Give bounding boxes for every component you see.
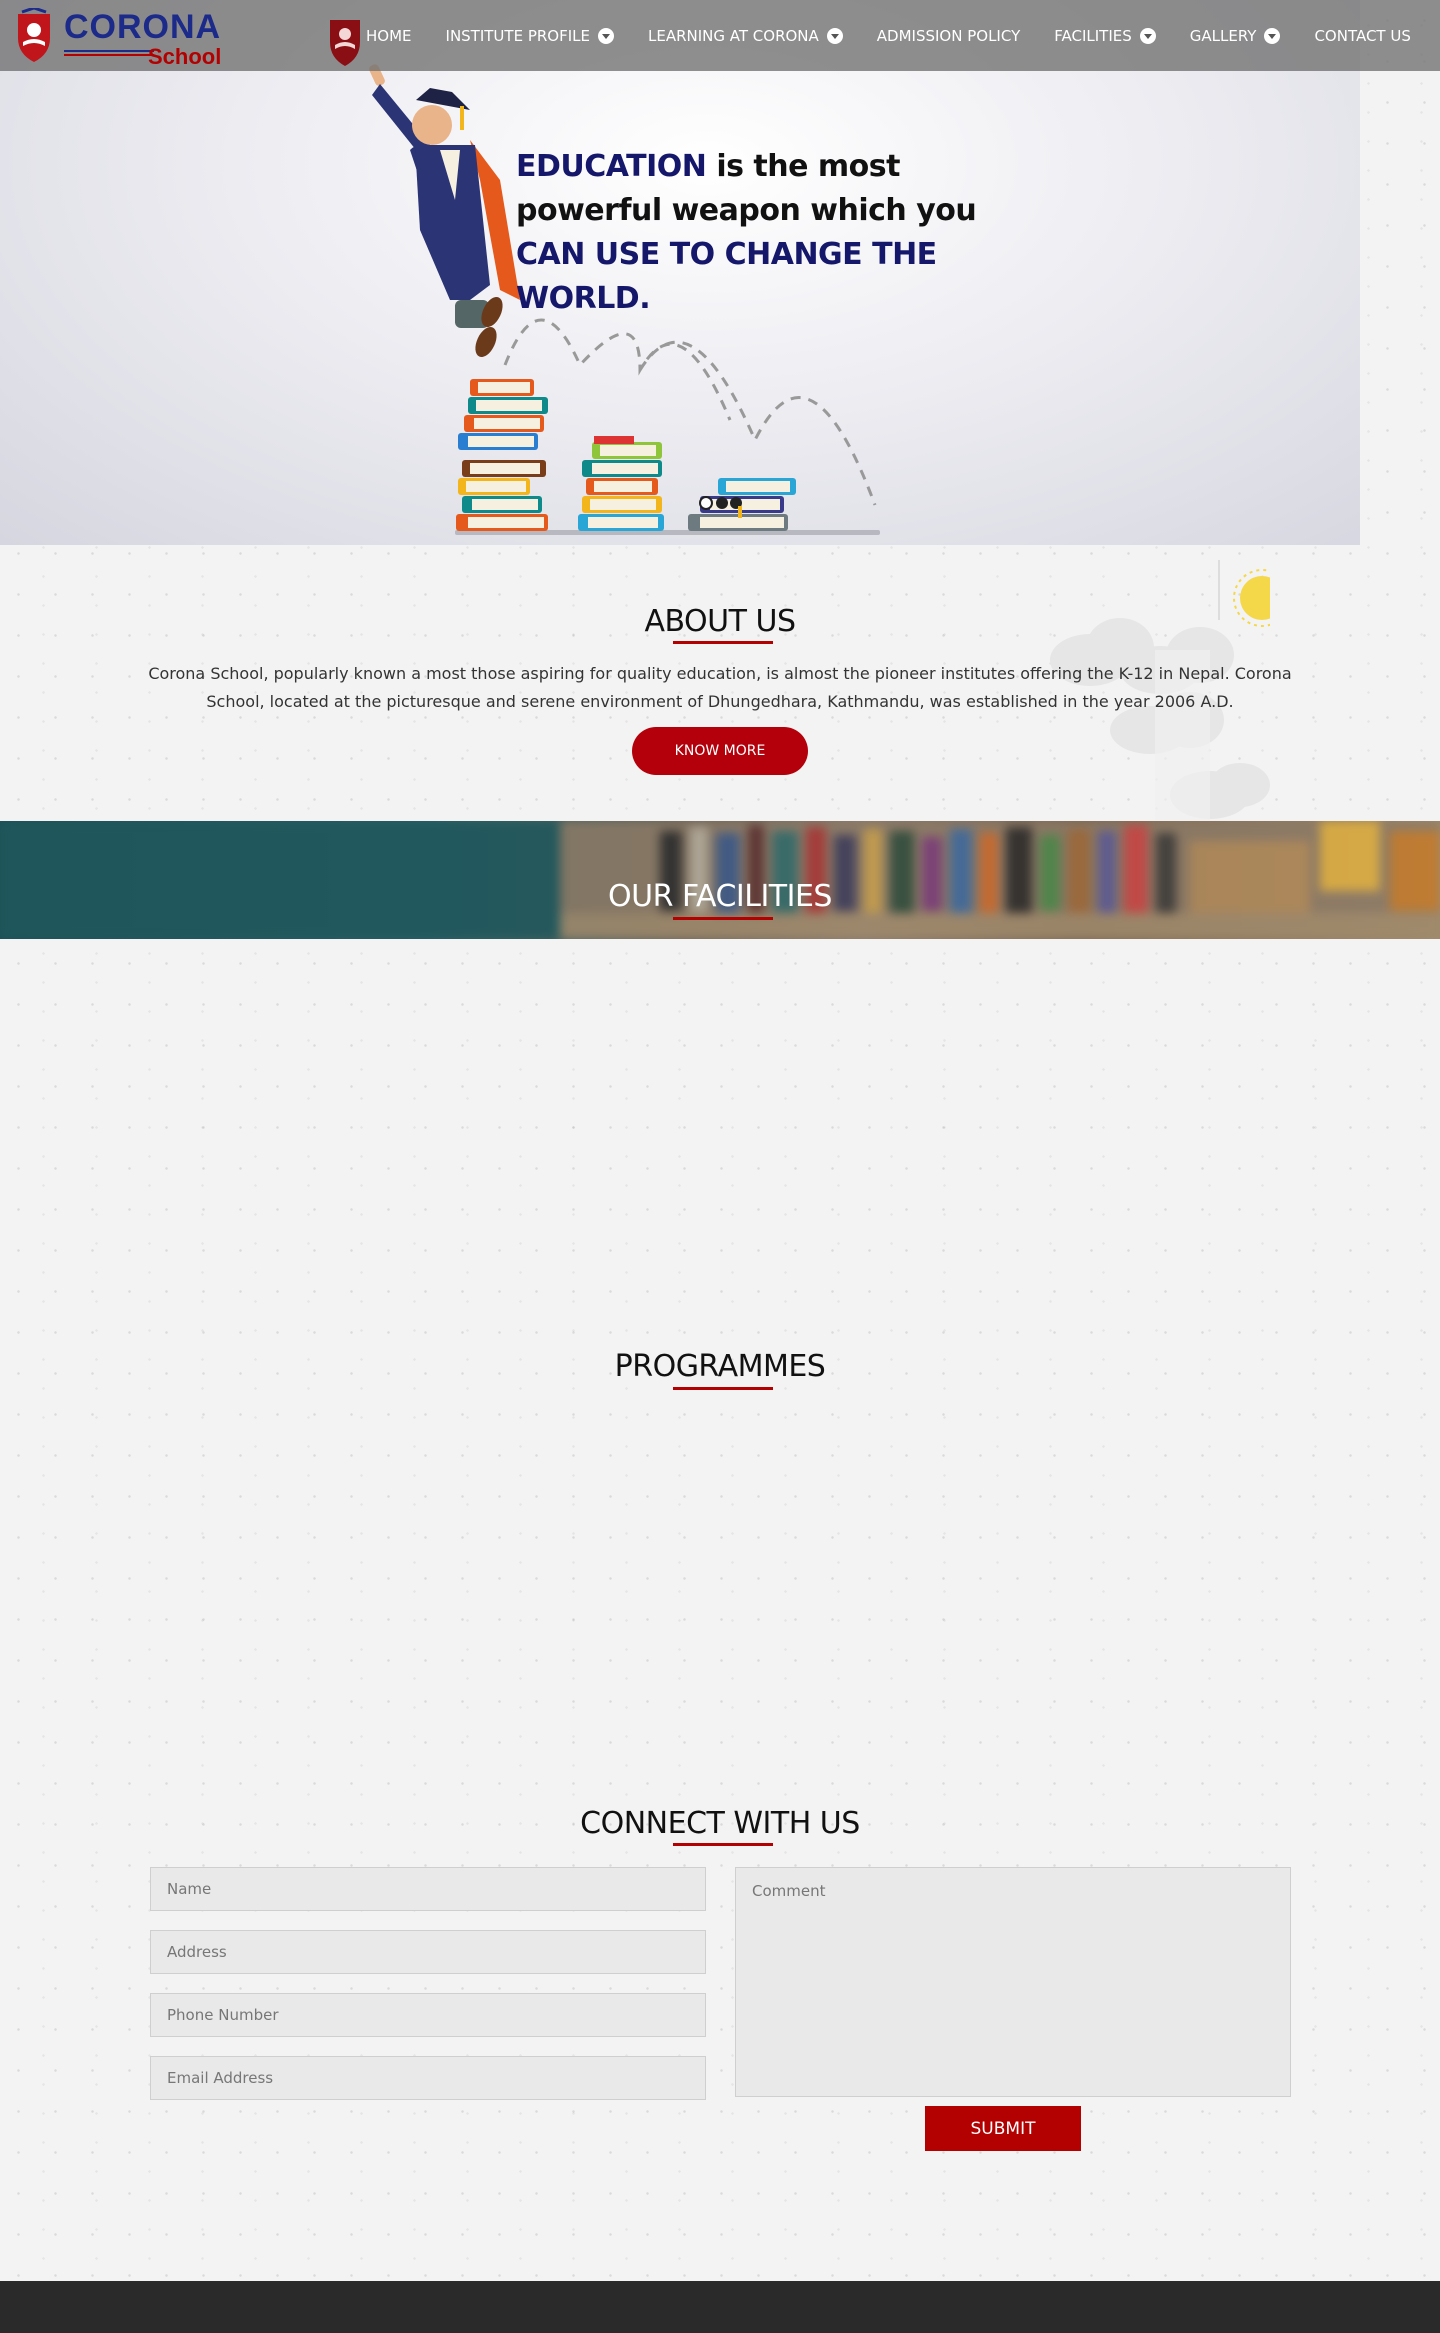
- nav-admission-label: ADMISSION POLICY: [876, 26, 1021, 45]
- nav-home-label: HOME: [366, 26, 412, 45]
- nav-home[interactable]: HOME: [366, 27, 429, 45]
- nav-learning-at-corona[interactable]: LEARNING AT CORONA: [631, 27, 860, 45]
- nav-contact-us[interactable]: CONTACT US: [1297, 27, 1427, 45]
- address-field[interactable]: [150, 1930, 706, 1974]
- connect-title-underline: [673, 1843, 773, 1846]
- chevron-down-icon: [1264, 27, 1281, 44]
- nav-facilities[interactable]: FACILITIES: [1037, 27, 1173, 45]
- nav-gallery[interactable]: GALLERY: [1173, 27, 1298, 45]
- nav-facilities-label: FACILITIES: [1054, 26, 1132, 45]
- nav-admission-policy[interactable]: ADMISSION POLICY: [860, 27, 1037, 45]
- about-title-underline: [673, 641, 773, 644]
- connect-title: CONNECT WITH US: [580, 1806, 860, 1841]
- about-description: Corona School, popularly known a most th…: [148, 664, 1292, 711]
- facilities-title-underline: [673, 917, 773, 920]
- school-emblem-icon: [18, 8, 50, 62]
- nav-learning-label: LEARNING AT CORONA: [647, 26, 819, 45]
- top-navbar: CORONA School HOME INSTITUTE PROFILE LEA…: [0, 0, 1440, 71]
- chevron-down-icon: [826, 27, 843, 44]
- nav-institute-profile[interactable]: INSTITUTE PROFILE: [429, 27, 631, 45]
- name-field[interactable]: [150, 1867, 706, 1911]
- email-field[interactable]: [150, 2056, 706, 2100]
- hero-banner: EDUCATION is the most powerful weapon wh…: [0, 0, 1360, 545]
- quote-highlight-2: CAN USE TO CHANGE THE WORLD.: [516, 237, 937, 316]
- site-logo[interactable]: CORONA School: [14, 8, 234, 69]
- nav-gallery-label: GALLERY: [1189, 26, 1257, 45]
- logo-subname: School: [148, 44, 222, 69]
- know-more-button[interactable]: KNOW MORE: [632, 727, 808, 775]
- quote-highlight-1: EDUCATION: [516, 149, 707, 184]
- school-emblem-icon: [330, 20, 360, 66]
- page-footer: [0, 2281, 1440, 2333]
- nav-contact-label: CONTACT US: [1314, 26, 1411, 45]
- quote-text-1: is the most: [706, 149, 900, 184]
- facilities-banner: OUR FACILITIES: [0, 821, 1440, 939]
- hero-quote: EDUCATION is the most powerful weapon wh…: [516, 145, 1076, 321]
- main-menu: HOME INSTITUTE PROFILE LEARNING AT CORON…: [366, 0, 1428, 71]
- comment-field[interactable]: [735, 1867, 1291, 2097]
- logo-stripe: [64, 50, 154, 56]
- about-title: ABOUT US: [644, 604, 796, 639]
- phone-field[interactable]: [150, 1993, 706, 2037]
- facilities-title: OUR FACILITIES: [608, 879, 832, 914]
- logo-wordmark: CORONA School: [60, 8, 230, 69]
- chevron-down-icon: [1139, 27, 1156, 44]
- submit-button[interactable]: SUBMIT: [925, 2106, 1081, 2151]
- quote-text-2: powerful weapon which you: [516, 193, 977, 228]
- programmes-title-underline: [673, 1387, 773, 1390]
- logo-name: CORONA: [64, 8, 222, 46]
- chevron-down-icon: [597, 27, 614, 44]
- programmes-title: PROGRAMMES: [614, 1349, 826, 1384]
- nav-institute-profile-label: INSTITUTE PROFILE: [445, 26, 590, 45]
